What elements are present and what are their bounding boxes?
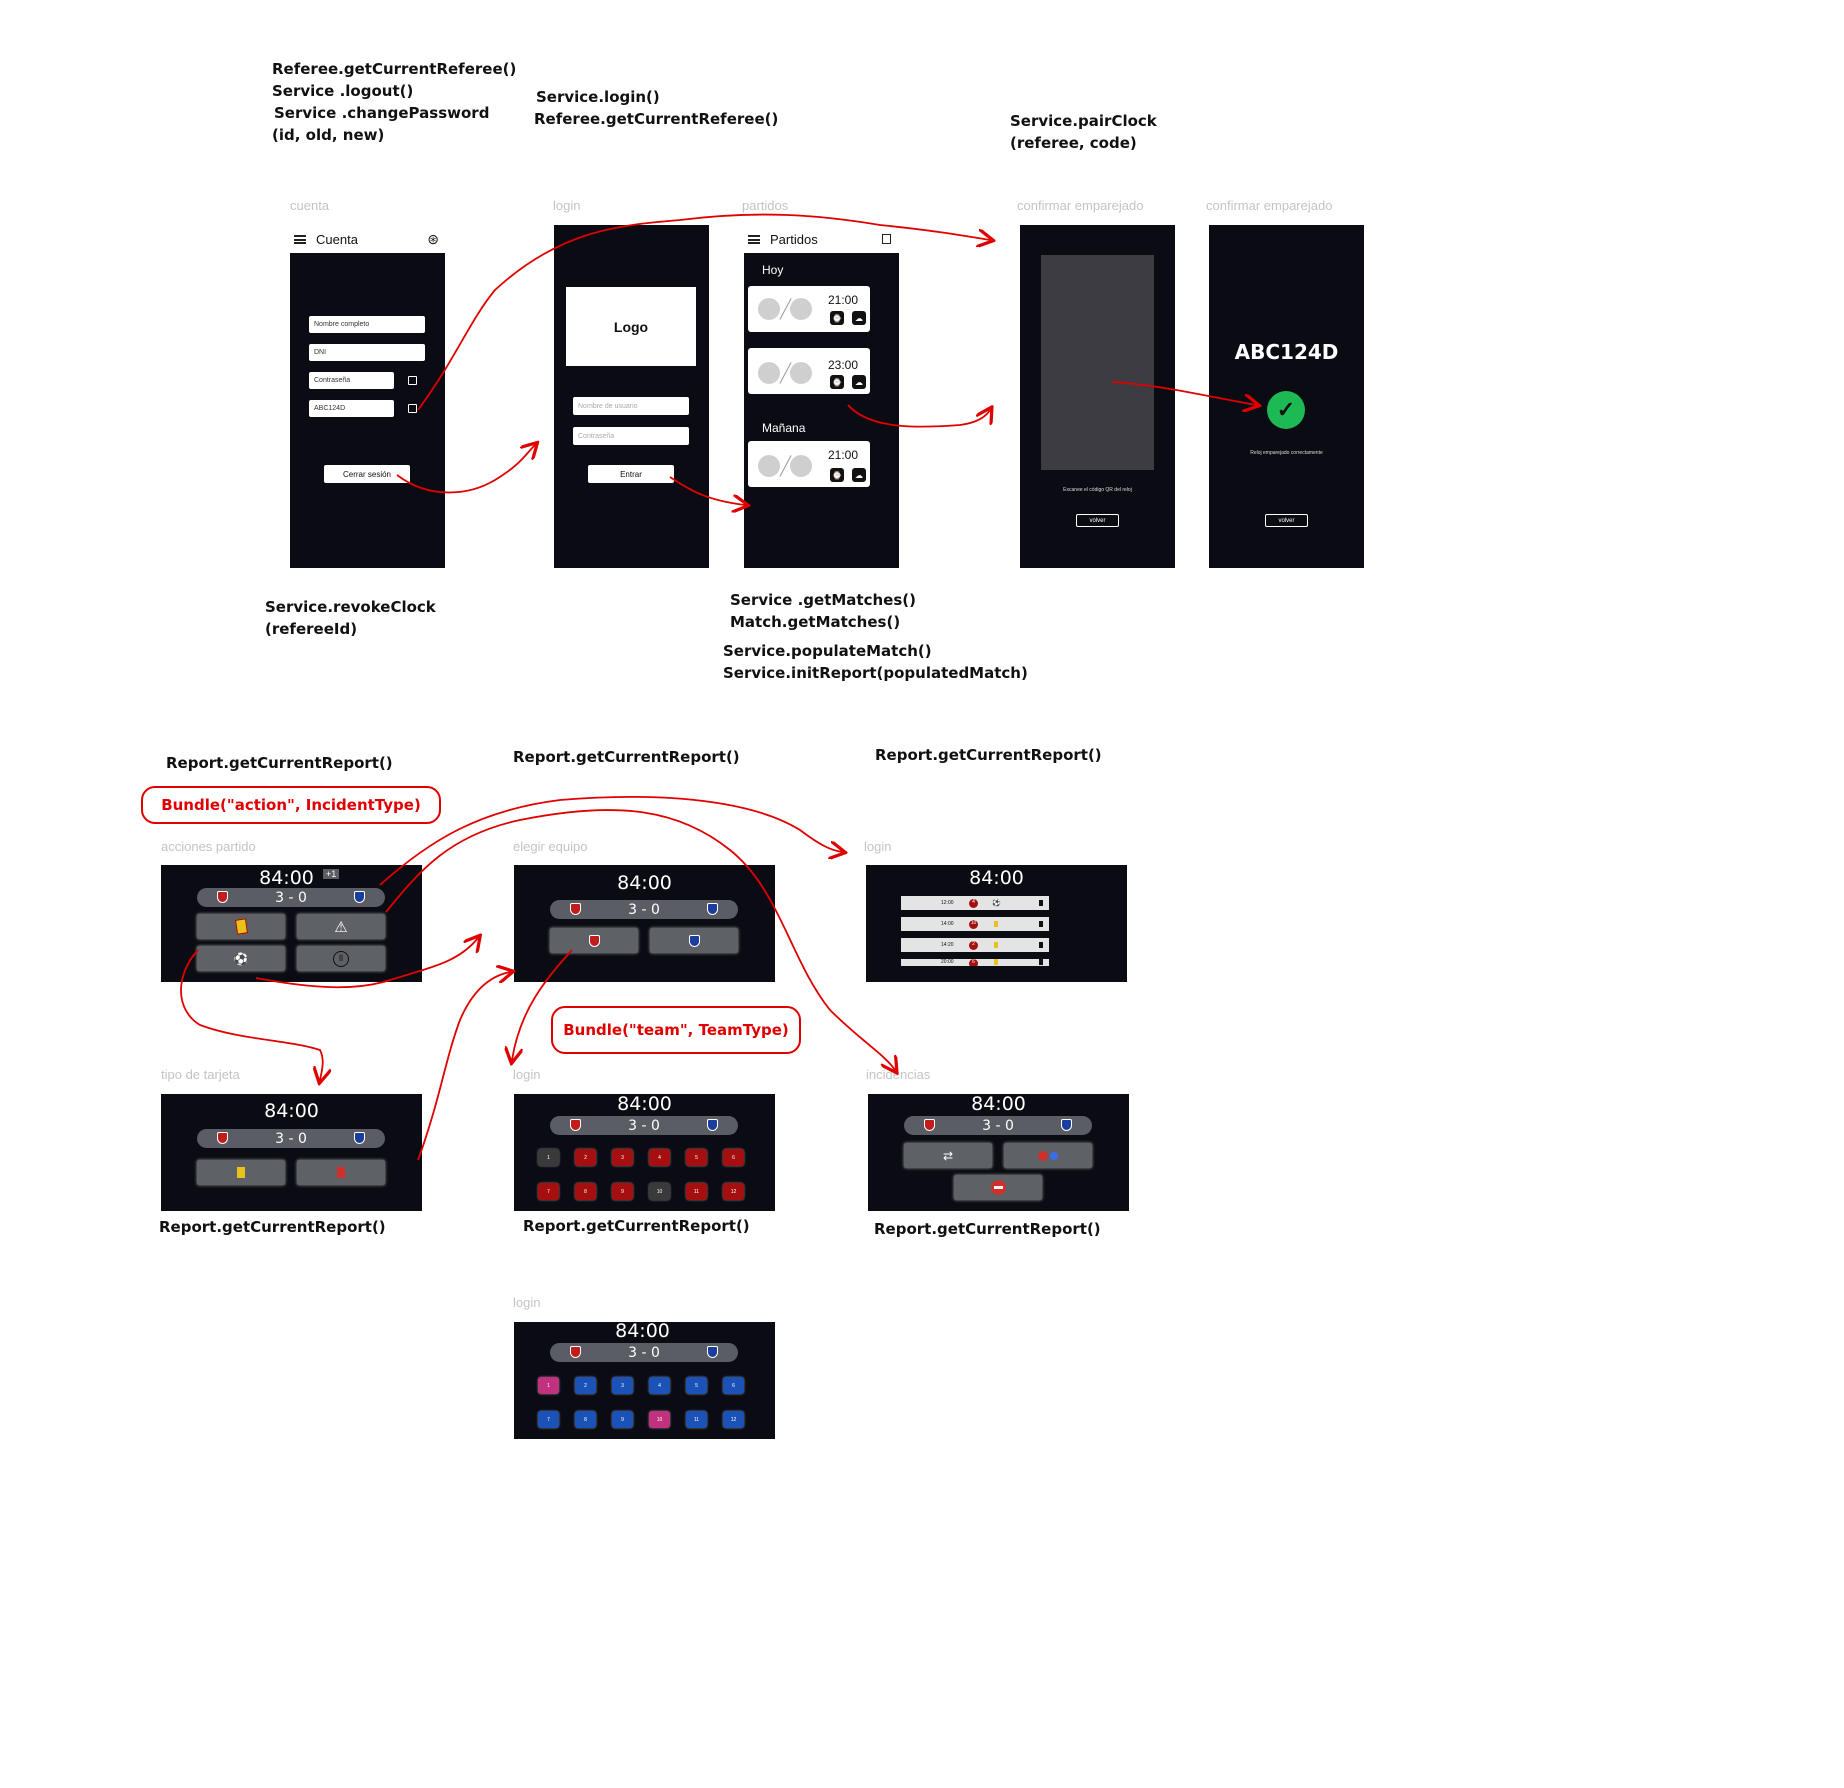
arrow-card-to-cardtype [180, 949, 323, 1080]
arrow-partidos-to-pair [847, 405, 990, 428]
arrow-goal-to-team [255, 938, 478, 989]
arrow-cardtype-to-team [417, 972, 510, 1161]
arrow-change-password [417, 213, 990, 411]
flow-arrows [180, 213, 1844, 1161]
arrow-login-to-partidos [669, 476, 745, 505]
arrow-team-to-player [512, 949, 573, 1060]
arrow-incident-to-team [385, 809, 895, 1070]
arrow-scan-to-paired [1111, 381, 1256, 405]
arrow-logout-to-login [396, 445, 535, 494]
